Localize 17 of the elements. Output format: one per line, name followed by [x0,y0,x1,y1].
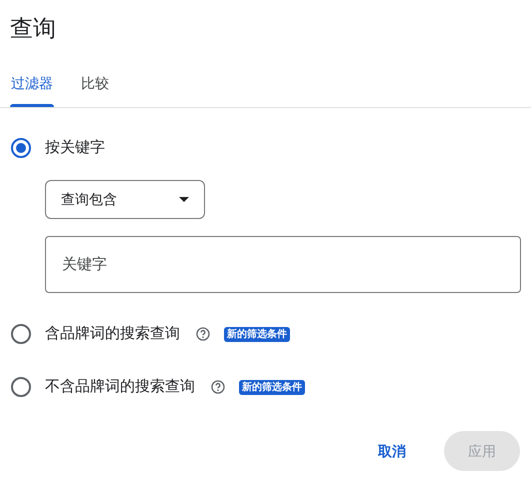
radio-button[interactable] [11,138,31,158]
help-icon[interactable] [211,380,225,394]
option-label: 不含品牌词的搜索查询 [45,376,195,397]
cancel-button[interactable]: 取消 [354,431,430,471]
radio-button[interactable] [11,324,31,344]
tab[interactable]: 比较 [80,62,110,107]
dialog-title: 查询 [10,15,56,41]
option-label: 含品牌词的搜索查询 [45,324,180,344]
option-label: 按关键字 [45,138,105,158]
new-filter-badge: 新的筛选条件 [239,380,305,394]
radio-button[interactable] [11,377,31,397]
help-icon[interactable] [196,327,210,341]
keyword-field[interactable]: 关键字 [45,236,521,293]
dropdown[interactable]: 查询包含 [45,180,205,219]
new-filter-badge: 新的筛选条件 [224,326,290,342]
tab[interactable]: 过滤器 [10,62,54,107]
caret-icon [179,197,189,202]
